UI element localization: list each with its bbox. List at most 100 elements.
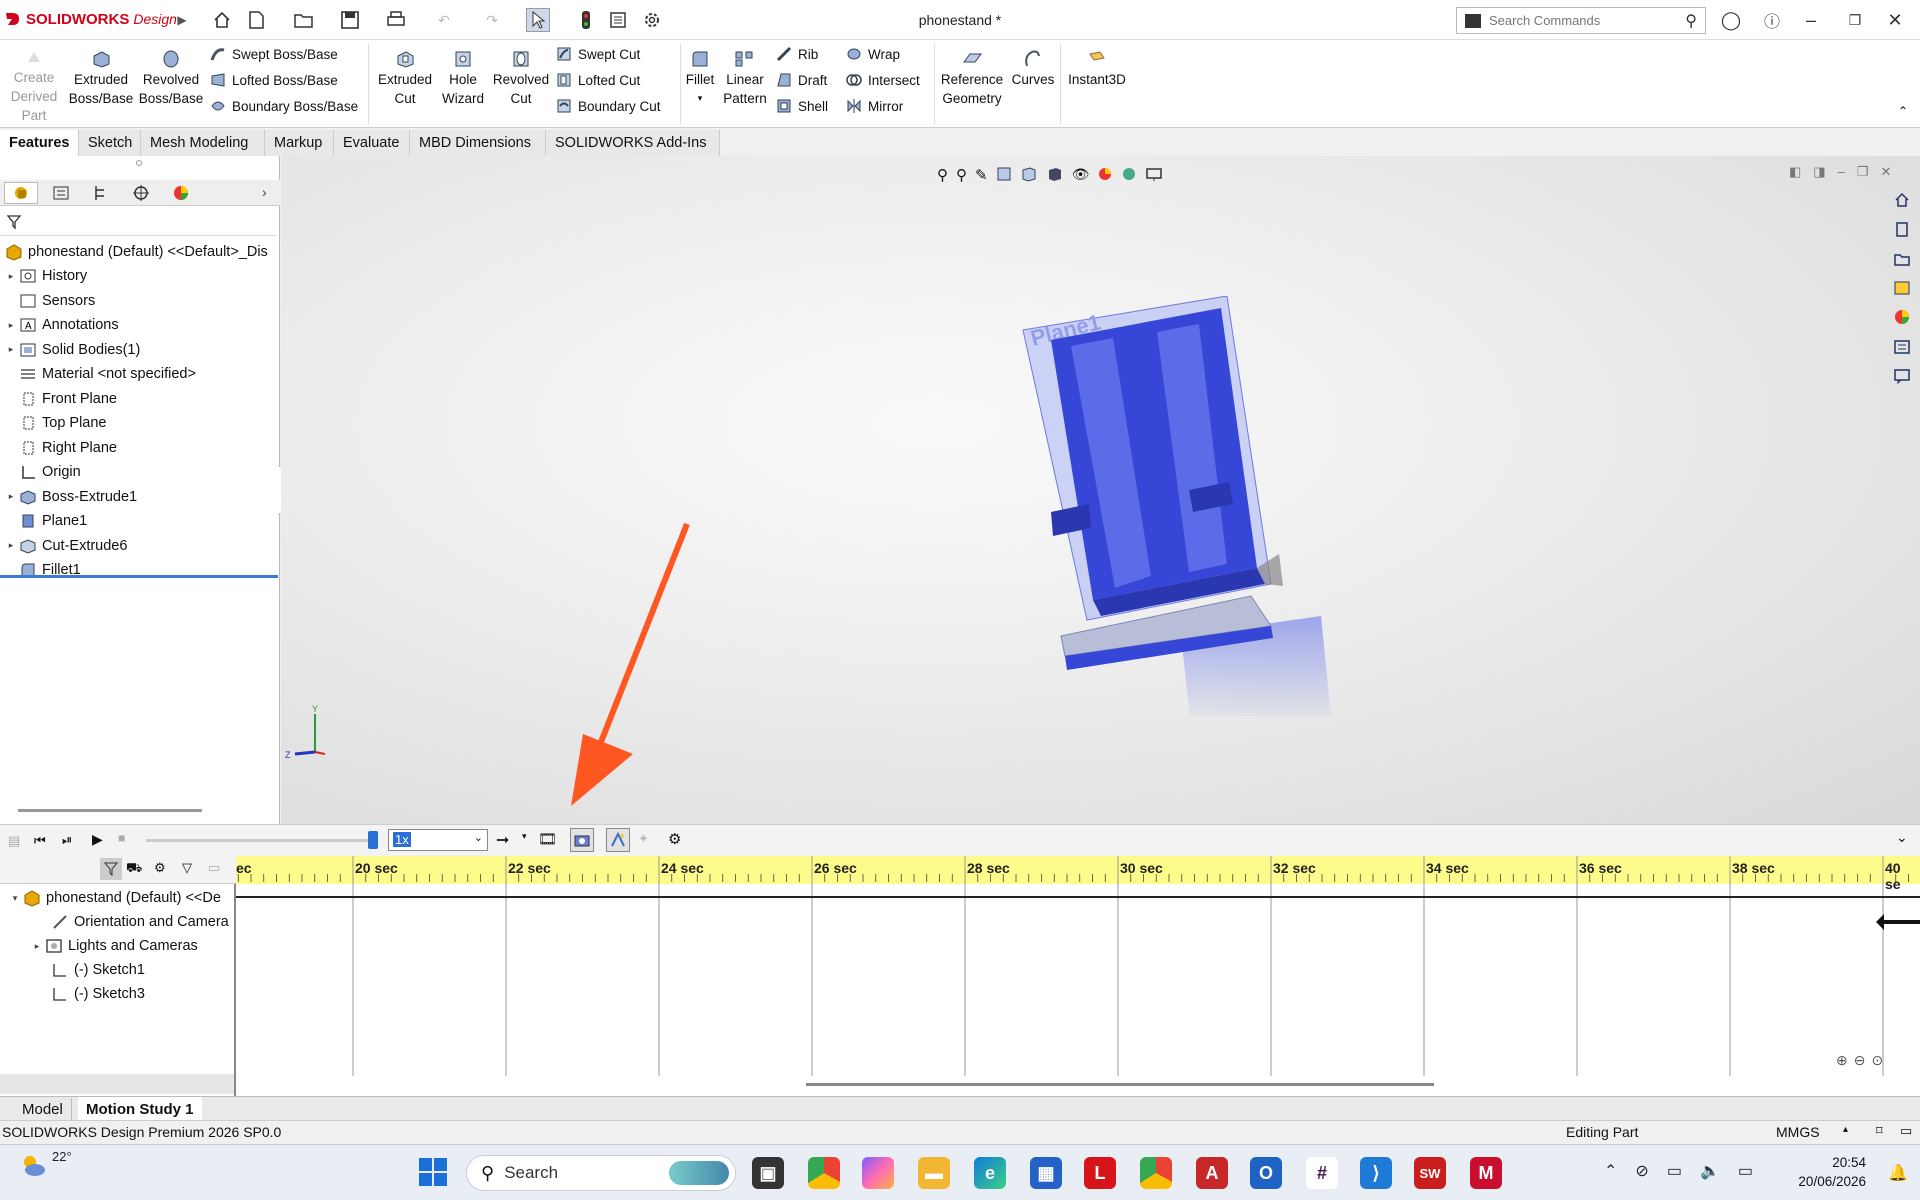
playback-slider[interactable] xyxy=(146,839,372,842)
property-manager-tab-icon[interactable] xyxy=(44,182,78,204)
units-up-arrow-icon[interactable]: ▴ xyxy=(1843,1124,1848,1135)
weather-widget[interactable]: 22° xyxy=(20,1149,72,1179)
tree-filter-field[interactable] xyxy=(0,208,276,236)
expand-arrow-icon[interactable]: ▸ xyxy=(4,491,18,502)
display-manager-tab-icon[interactable] xyxy=(164,182,198,204)
playback-mode-icon[interactable]: ➞ xyxy=(496,830,509,850)
zoom-fit-icon[interactable]: ⊙ xyxy=(1871,1052,1883,1069)
curves-button[interactable]: Curves xyxy=(1008,42,1058,89)
acrobat-icon[interactable]: A xyxy=(1196,1157,1228,1189)
expand-arrow-icon[interactable]: ▸ xyxy=(4,540,18,551)
file-explorer-icon[interactable]: ▬ xyxy=(918,1157,950,1189)
expand-menu-icon[interactable]: ▶ xyxy=(170,8,194,32)
zoom-out-icon[interactable]: ⊖ xyxy=(1854,1052,1866,1069)
motion-tree-hscroll[interactable] xyxy=(0,1074,234,1094)
tree-item[interactable]: Top Plane xyxy=(4,411,107,435)
configuration-manager-tab-icon[interactable] xyxy=(84,182,118,204)
search-icon[interactable]: ⚲ xyxy=(1685,11,1697,31)
playback-mode-dropdown-icon[interactable]: ▾ xyxy=(522,831,527,842)
mcafee-icon[interactable]: M xyxy=(1470,1157,1502,1189)
new-document-icon[interactable] xyxy=(244,8,268,32)
expand-arrow-icon[interactable]: ▸ xyxy=(4,320,18,331)
panel-expand-arrow-icon[interactable]: › xyxy=(262,184,267,200)
traffic-light-icon[interactable] xyxy=(574,8,598,32)
collapse-ribbon-icon[interactable]: ⌃ xyxy=(1898,104,1908,118)
animation-wizard-icon[interactable] xyxy=(570,828,594,852)
display-icon[interactable]: ▭ xyxy=(1667,1161,1682,1181)
tab-markup[interactable]: Markup xyxy=(265,130,334,156)
edit-appearance-icon[interactable] xyxy=(1097,166,1113,185)
apply-scene-icon[interactable] xyxy=(1121,166,1137,185)
mirror-button[interactable]: Mirror xyxy=(846,95,903,117)
motion-tree-item[interactable]: (-) Sketch3 xyxy=(36,982,145,1006)
motion-tree-item[interactable]: Orientation and Camera xyxy=(36,910,229,934)
stop-icon[interactable]: ■ xyxy=(118,831,125,845)
close-button[interactable]: ✕ xyxy=(1880,8,1910,32)
tray-overflow-icon[interactable]: ⌃ xyxy=(1604,1161,1617,1181)
zoom-in-icon[interactable]: ⊕ xyxy=(1836,1052,1848,1069)
phone-stand-model[interactable]: Plane1 xyxy=(1021,296,1401,716)
status-panel-icon[interactable]: ▭ xyxy=(1900,1123,1912,1139)
restore-button[interactable]: ❐ xyxy=(1840,8,1870,32)
home-icon[interactable] xyxy=(210,8,234,32)
copilot-icon[interactable] xyxy=(862,1157,894,1189)
print-icon[interactable] xyxy=(384,8,408,32)
open-icon[interactable] xyxy=(292,8,316,32)
help-icon[interactable]: ⓘ xyxy=(1757,8,1787,32)
unit-system[interactable]: MMGS xyxy=(1776,1124,1820,1140)
playback-slider-thumb[interactable] xyxy=(368,831,378,849)
filter-animated-icon[interactable] xyxy=(100,858,122,880)
network-off-icon[interactable]: ⊘ xyxy=(1635,1161,1648,1181)
tree-item[interactable]: Sensors xyxy=(4,289,95,313)
expand-arrow-icon[interactable]: ▸ xyxy=(30,941,44,952)
design-library-icon[interactable] xyxy=(1887,217,1917,240)
save-icon[interactable] xyxy=(338,8,362,32)
filter-results-icon[interactable]: ▽ xyxy=(182,860,192,876)
swept-boss-button[interactable]: Swept Boss/Base xyxy=(210,43,338,65)
play-icon[interactable]: ⏯ xyxy=(62,832,72,848)
tree-item[interactable]: ▸ A Annotations xyxy=(4,313,119,337)
zoom-to-area-icon[interactable]: ⚲ xyxy=(956,166,967,185)
outlook-icon[interactable]: O xyxy=(1250,1157,1282,1189)
viewport-right-icon[interactable]: ◨ xyxy=(1813,164,1825,180)
battery-icon[interactable]: ▭ xyxy=(1738,1161,1753,1181)
calculate-icon[interactable]: ▤ xyxy=(8,833,20,849)
notifications-icon[interactable]: 🔔 xyxy=(1888,1163,1908,1183)
tree-root[interactable]: phonestand (Default) <<Default>_Dis xyxy=(4,240,268,264)
motion-tree-item[interactable]: (-) Sketch1 xyxy=(36,958,145,982)
add-update-key-icon[interactable]: ✦ xyxy=(638,831,649,847)
redo-icon[interactable]: ↷ xyxy=(480,8,504,32)
motion-tree-root[interactable]: ▾ phonestand (Default) <<De xyxy=(8,886,221,910)
create-derived-part-button[interactable]: Create Derived Part xyxy=(8,42,60,125)
tab-mbd-dimensions[interactable]: MBD Dimensions xyxy=(410,130,546,156)
tree-item[interactable]: Material <not specified> xyxy=(4,362,196,386)
viewport-minimize-icon[interactable]: – xyxy=(1838,164,1845,180)
graphics-area[interactable]: ⚲ ⚲ ✎ 👁 ◧ ◨ – ❐ ✕ Plane1 Y Z xyxy=(281,156,1920,824)
save-animation-icon[interactable]: 🎞 xyxy=(538,830,557,848)
collapse-motion-manager-icon[interactable]: ⌄ xyxy=(1896,829,1908,846)
tab-model[interactable]: Model xyxy=(14,1098,72,1120)
play-from-start-icon[interactable]: ⏮ xyxy=(34,833,46,849)
chrome-icon[interactable] xyxy=(808,1157,840,1189)
filter-driving-icon[interactable]: ⛟ xyxy=(126,860,142,878)
volume-icon[interactable]: 🔈 xyxy=(1700,1161,1720,1181)
view-settings-icon[interactable] xyxy=(1145,166,1163,185)
rib-button[interactable]: Rib xyxy=(776,43,818,65)
zoom-to-fit-icon[interactable]: ⚲ xyxy=(937,166,948,185)
section-view-icon[interactable] xyxy=(996,166,1012,185)
swept-cut-button[interactable]: Swept Cut xyxy=(556,43,640,65)
tree-item[interactable]: Plane1 xyxy=(4,509,87,533)
slack-icon[interactable]: # xyxy=(1306,1157,1338,1189)
hole-wizard-button[interactable]: Hole Wizard xyxy=(436,42,490,108)
view-palette-icon[interactable] xyxy=(1887,276,1917,299)
undo-icon[interactable]: ↶ xyxy=(432,8,456,32)
expand-arrow-icon[interactable]: ▸ xyxy=(4,271,18,282)
revolved-cut-button[interactable]: Revolved Cut xyxy=(490,42,552,108)
view-orientation-icon[interactable] xyxy=(1020,166,1038,185)
viewport-close-icon[interactable]: ✕ xyxy=(1880,164,1891,180)
feature-manager-tab-icon[interactable] xyxy=(4,182,38,204)
linear-pattern-button[interactable]: Linear Pattern xyxy=(720,42,770,108)
rollback-bar[interactable] xyxy=(0,575,278,578)
lofted-cut-button[interactable]: Lofted Cut xyxy=(556,69,640,91)
extruded-cut-button[interactable]: Extruded Cut xyxy=(374,42,436,108)
